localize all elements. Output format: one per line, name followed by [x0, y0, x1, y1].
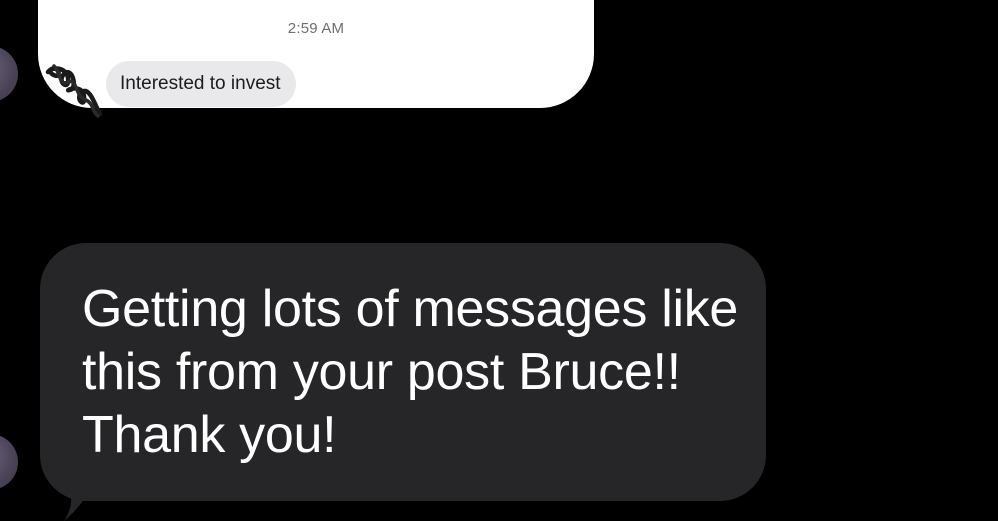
- message-bubble-tail: [54, 470, 98, 521]
- embedded-screenshot[interactable]: 2:59 AM Interested to invest: [38, 0, 594, 108]
- contact-avatar-icon[interactable]: [0, 434, 18, 490]
- message-timestamp: 2:59 AM: [287, 20, 345, 37]
- message-text: Getting lots of messages like this from …: [82, 280, 739, 464]
- chat-screen: 2:59 AM Interested to invest Getting lot…: [0, 0, 998, 521]
- incoming-message-text: Interested to invest: [120, 73, 281, 94]
- incoming-message-bubble: Interested to invest: [106, 61, 296, 107]
- contact-avatar-icon[interactable]: [0, 46, 18, 102]
- scribble-redaction-icon: [45, 64, 103, 118]
